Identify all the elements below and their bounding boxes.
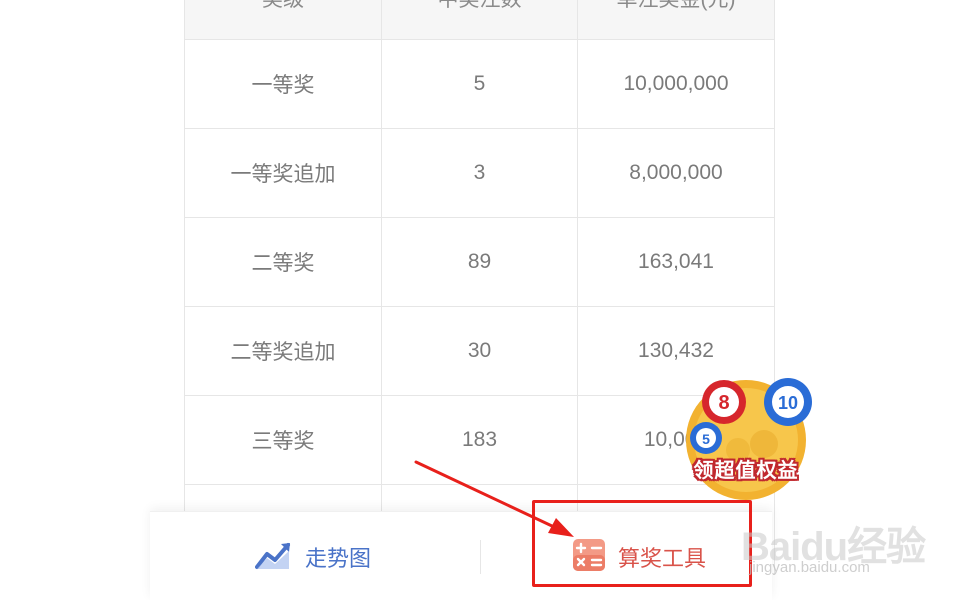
- prize-level-cell: 二等奖: [184, 217, 382, 307]
- prize-level-cell: 三等奖: [184, 395, 382, 485]
- table-header-row: 奖级 中奖注数 单注奖金(元): [184, 0, 775, 40]
- prize-level-cell: 二等奖追加: [184, 306, 382, 396]
- header-prize-level: 奖级: [184, 0, 382, 40]
- table-row: 一等奖追加 3 8,000,000: [184, 128, 775, 218]
- promo-badge[interactable]: 8 10 5 领超值权益: [676, 372, 816, 502]
- trend-chart-label: 走势图: [305, 546, 372, 571]
- promo-label: 领超值权益: [693, 460, 799, 482]
- trend-chart-icon: [255, 540, 293, 575]
- winning-count-cell: 183: [381, 395, 578, 485]
- winning-count-cell: 5: [381, 39, 578, 129]
- header-prize-amount: 单注奖金(元): [577, 0, 775, 40]
- ball-number-blue: 10: [778, 393, 798, 413]
- winning-count-cell: 30: [381, 306, 578, 396]
- prize-amount-cell: 8,000,000: [577, 128, 775, 218]
- prize-amount-cell: 10,000,000: [577, 39, 775, 129]
- prize-level-cell: 一等奖追加: [184, 128, 382, 218]
- screen: 奖级 中奖注数 单注奖金(元) 一等奖 5 10,000,000 一等奖追加 3…: [0, 0, 960, 600]
- table-row: 一等奖 5 10,000,000: [184, 39, 775, 129]
- bar-divider: [480, 540, 481, 574]
- winning-count-cell: 3: [381, 128, 578, 218]
- header-winning-count: 中奖注数: [381, 0, 578, 40]
- trend-chart-button[interactable]: 走势图: [255, 538, 371, 576]
- winning-count-cell: 89: [381, 217, 578, 307]
- prize-amount-cell: 163,041: [577, 217, 775, 307]
- table-row: 二等奖 89 163,041: [184, 217, 775, 307]
- prize-level-cell: 一等奖: [184, 39, 382, 129]
- ball-number-red: 8: [718, 392, 729, 414]
- ball-number-small: 5: [702, 431, 710, 447]
- highlight-annotation-box: [532, 500, 752, 587]
